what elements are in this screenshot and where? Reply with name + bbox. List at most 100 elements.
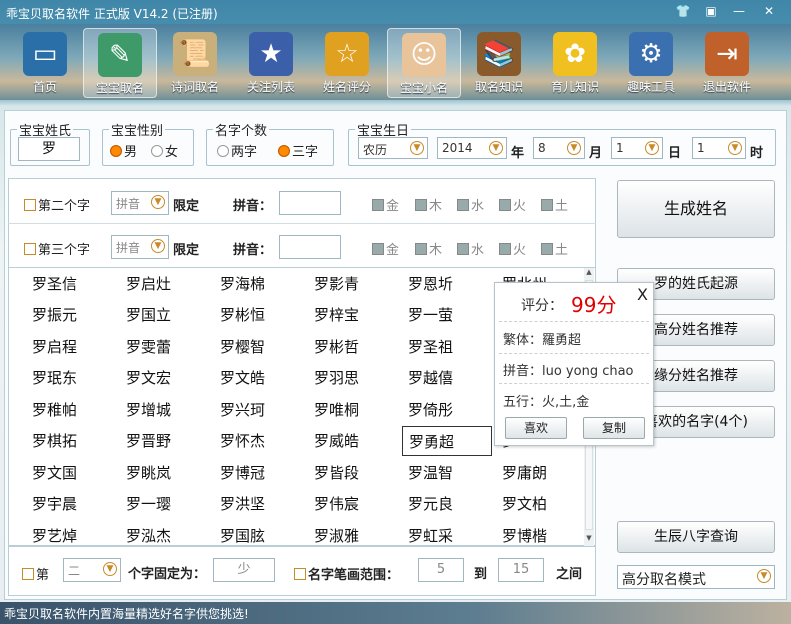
fixed-char-input[interactable]: 少 (213, 558, 275, 582)
hour-select[interactable]: 1 ▼ (692, 137, 746, 159)
name-item[interactable]: 罗梓宝 (308, 300, 398, 330)
tool-baby-naming[interactable]: ✎ 宝宝取名 (83, 28, 157, 98)
calendar-select[interactable]: 农历 ▼ (358, 137, 428, 159)
name-item[interactable]: 罗虹采 (402, 521, 492, 548)
name-item[interactable]: 罗羽思 (308, 363, 398, 393)
month-select[interactable]: 8 ▼ (533, 137, 585, 159)
name-item[interactable]: 罗一萤 (402, 300, 492, 330)
name-item[interactable]: 罗雯蕾 (120, 332, 210, 362)
name-item[interactable]: 罗恩圻 (402, 269, 492, 299)
element-tu-checkbox[interactable]: 土 (541, 195, 568, 214)
name-item[interactable]: 罗宇晨 (26, 489, 116, 519)
second-char-checkbox[interactable]: 第二个字 (24, 195, 90, 214)
tool-watch-list[interactable]: ★ 关注列表 (234, 28, 308, 98)
name-item[interactable]: 罗泓杰 (120, 521, 210, 548)
name-item[interactable]: 罗博楷 (496, 521, 583, 548)
third-char-checkbox[interactable]: 第三个字 (24, 239, 90, 258)
name-item[interactable]: 罗眺岚 (120, 458, 210, 488)
name-item[interactable]: 罗樱智 (214, 332, 304, 362)
name-item[interactable]: 罗洪坚 (214, 489, 304, 519)
name-item[interactable]: 罗珉东 (26, 363, 116, 393)
gender-female-radio[interactable]: 女 (151, 141, 178, 160)
name-item[interactable]: 罗元良 (402, 489, 492, 519)
name-item[interactable]: 罗彬哲 (308, 332, 398, 362)
third-char-mode-select[interactable]: 拼音 ▼ (111, 235, 169, 259)
close-icon[interactable]: ✕ (758, 3, 780, 19)
name-item[interactable]: 罗晋野 (120, 426, 210, 456)
element-shui-checkbox[interactable]: 水 (457, 195, 484, 214)
tool-exit[interactable]: ⇥ 退出软件 (690, 28, 764, 98)
name-item[interactable]: 罗怀杰 (214, 426, 304, 456)
tool-name-score[interactable]: ☆ 姓名评分 (310, 28, 384, 98)
name-item[interactable]: 罗淑雅 (308, 521, 398, 548)
element-mu-checkbox[interactable]: 木 (415, 195, 442, 214)
name-item[interactable]: 罗倚彤 (402, 395, 492, 425)
name-item[interactable]: 罗文国 (26, 458, 116, 488)
name-item[interactable]: 罗一璎 (120, 489, 210, 519)
name-item[interactable]: 罗国胘 (214, 521, 304, 548)
name-item[interactable]: 罗影青 (308, 269, 398, 299)
name-item[interactable]: 罗越僖 (402, 363, 492, 393)
second-char-pinyin-input[interactable] (279, 191, 341, 215)
naming-mode-select[interactable]: 高分取名模式 ▼ (617, 565, 775, 589)
name-item[interactable]: 罗庸朗 (496, 458, 583, 488)
name-item[interactable]: 罗圣祖 (402, 332, 492, 362)
name-item[interactable]: 罗振元 (26, 300, 116, 330)
name-item[interactable]: 罗博冠 (214, 458, 304, 488)
element-tu-checkbox[interactable]: 土 (541, 239, 568, 258)
element-shui-checkbox[interactable]: 水 (457, 239, 484, 258)
tool-nickname[interactable]: ☺ 宝宝小名 (387, 28, 461, 98)
name-item[interactable]: 罗兴珂 (214, 395, 304, 425)
tool-home[interactable]: ▭ 首页 (8, 28, 82, 98)
name-item[interactable]: 罗彬恒 (214, 300, 304, 330)
element-mu-checkbox[interactable]: 木 (415, 239, 442, 258)
element-huo-checkbox[interactable]: 火 (499, 239, 526, 258)
day-select[interactable]: 1 ▼ (611, 137, 663, 159)
name-item[interactable]: 罗唯桐 (308, 395, 398, 425)
name-item[interactable]: 罗文皓 (214, 363, 304, 393)
second-char-mode-select[interactable]: 拼音 ▼ (111, 191, 169, 215)
bazi-query-button[interactable]: 生辰八字查询 (617, 521, 775, 553)
name-item[interactable]: 罗圣信 (26, 269, 116, 299)
scroll-up-icon[interactable]: ▲ (585, 268, 593, 278)
fixed-char-checkbox[interactable]: 第 (22, 564, 49, 583)
stroke-max-input[interactable]: 15 (498, 558, 544, 582)
name-item[interactable]: 罗温智 (402, 458, 492, 488)
name-item[interactable]: 罗伟宸 (308, 489, 398, 519)
two-char-radio[interactable]: 两字 (217, 141, 257, 160)
name-item[interactable]: 罗启灶 (120, 269, 210, 299)
copy-button[interactable]: 复制 (583, 417, 645, 439)
name-item[interactable]: 罗增城 (120, 395, 210, 425)
name-item[interactable]: 罗皆段 (308, 458, 398, 488)
name-item[interactable]: 罗海棉 (214, 269, 304, 299)
name-item[interactable]: 罗棋拓 (26, 426, 116, 456)
element-jin-checkbox[interactable]: 金 (372, 239, 399, 258)
close-popup-icon[interactable]: X (637, 285, 648, 304)
minimize-icon[interactable]: — (728, 3, 750, 19)
three-char-radio[interactable]: 三字 (278, 141, 318, 160)
gender-male-radio[interactable]: 男 (110, 141, 137, 160)
restore-icon[interactable]: ▣ (700, 3, 722, 19)
name-item[interactable]: 罗艺焯 (26, 521, 116, 548)
name-item[interactable]: 罗国立 (120, 300, 210, 330)
char-position-select[interactable]: 二 ▼ (63, 558, 121, 582)
element-jin-checkbox[interactable]: 金 (372, 195, 399, 214)
name-item[interactable]: 罗文宏 (120, 363, 210, 393)
name-item[interactable]: 罗威皓 (308, 426, 398, 456)
element-huo-checkbox[interactable]: 火 (499, 195, 526, 214)
tool-fun-tools[interactable]: ⚙ 趣味工具 (614, 28, 688, 98)
scroll-down-icon[interactable]: ▼ (585, 534, 593, 544)
name-item[interactable]: 罗文柏 (496, 489, 583, 519)
skin-icon[interactable]: 👕 (672, 3, 694, 19)
year-select[interactable]: 2014 ▼ (437, 137, 507, 159)
stroke-min-input[interactable]: 5 (418, 558, 464, 582)
generate-names-button[interactable]: 生成姓名 (617, 180, 775, 238)
stroke-range-checkbox[interactable]: 名字笔画范围： (294, 564, 399, 583)
tool-poetry-naming[interactable]: 📜 诗词取名 (158, 28, 232, 98)
name-item[interactable]: 罗启程 (26, 332, 116, 362)
name-item[interactable]: 罗勇超 (402, 426, 492, 456)
third-char-pinyin-input[interactable] (279, 235, 341, 259)
surname-input[interactable]: 罗 (18, 137, 80, 161)
tool-naming-knowledge[interactable]: 📚 取名知识 (462, 28, 536, 98)
name-item[interactable]: 罗稚帕 (26, 395, 116, 425)
